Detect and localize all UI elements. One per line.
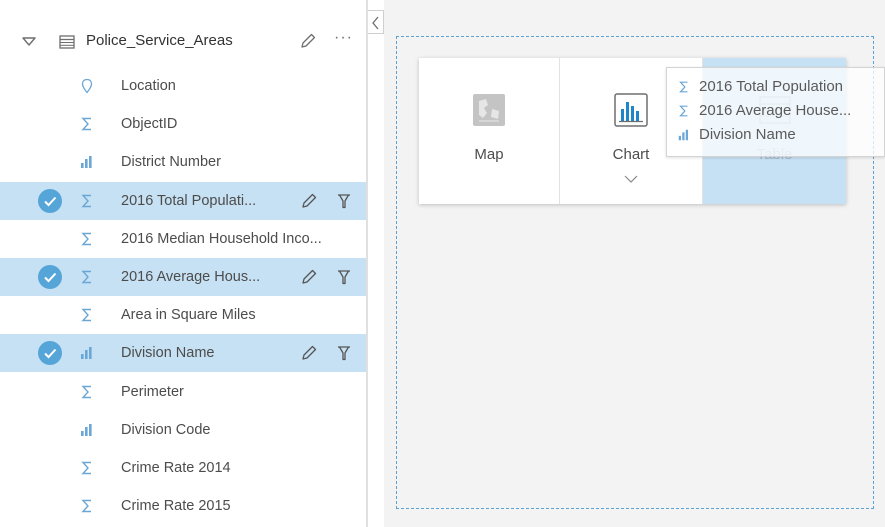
field-row[interactable]: Perimeter — [0, 373, 366, 411]
string-field-icon — [678, 129, 689, 141]
drag-tooltip-label: 2016 Average House... — [699, 102, 852, 119]
string-field-icon — [81, 347, 92, 359]
dataset-name: Police_Service_Areas — [86, 32, 233, 49]
sigma-icon — [81, 499, 91, 513]
bar-chart-icon — [614, 93, 648, 127]
sigma-icon — [81, 308, 91, 322]
field-name: ObjectID — [121, 116, 178, 132]
field-name: Crime Rate 2014 — [121, 460, 231, 476]
field-row[interactable]: 2016 Median Household Inco... — [0, 220, 366, 258]
collapse-pane-button[interactable] — [368, 10, 384, 34]
field-row[interactable]: Division Name — [0, 334, 366, 372]
field-row[interactable]: Crime Rate 2015 — [0, 487, 366, 525]
field-name: 2016 Median Household Inco... — [121, 231, 322, 247]
sigma-icon — [81, 194, 91, 208]
field-name: Crime Rate 2015 — [121, 498, 231, 514]
filter-icon[interactable] — [335, 192, 353, 210]
field-row[interactable]: 2016 Average Hous... — [0, 258, 366, 296]
field-row[interactable]: Area in Square Miles — [0, 296, 366, 334]
map-icon — [473, 94, 505, 126]
sigma-icon — [81, 461, 91, 475]
sigma-icon — [679, 105, 688, 117]
field-row[interactable]: District Number — [0, 143, 366, 181]
sigma-icon — [81, 385, 91, 399]
drag-tooltip-label: Division Name — [699, 126, 796, 143]
triangle-down-icon[interactable] — [20, 33, 38, 51]
field-row[interactable]: Division Code — [0, 411, 366, 449]
pencil-icon[interactable] — [300, 192, 318, 210]
string-field-icon — [81, 424, 92, 436]
pencil-icon[interactable] — [300, 268, 318, 286]
location-icon — [81, 78, 93, 94]
map-label: Map — [474, 146, 504, 163]
field-name: 2016 Total Populati... — [121, 193, 257, 209]
pencil-icon[interactable] — [299, 32, 317, 50]
map-drop-target[interactable]: Map — [419, 58, 560, 204]
filter-icon[interactable] — [335, 344, 353, 362]
field-row[interactable]: Location — [0, 67, 366, 105]
checkmark-icon[interactable] — [38, 189, 62, 213]
sigma-icon — [81, 232, 91, 246]
chevron-down-icon[interactable] — [623, 174, 639, 184]
field-name: Location — [121, 78, 176, 94]
more-options-icon[interactable]: ··· — [334, 29, 353, 47]
table-icon — [59, 35, 75, 49]
chevron-left-icon — [372, 16, 379, 30]
field-name: Area in Square Miles — [121, 307, 256, 323]
data-pane: Police_Service_Areas ··· Location ObjectI… — [0, 0, 366, 527]
sigma-icon — [679, 81, 688, 93]
checkmark-icon[interactable] — [38, 341, 62, 365]
drag-tooltip: 2016 Total Population 2016 Average House.… — [666, 67, 885, 157]
drag-tooltip-label: 2016 Total Population — [699, 78, 844, 95]
field-name: 2016 Average Hous... — [121, 269, 261, 285]
sigma-icon — [81, 117, 91, 131]
field-row[interactable]: 2016 Total Populati... — [0, 182, 366, 220]
filter-icon[interactable] — [335, 268, 353, 286]
field-name: Perimeter — [121, 384, 184, 400]
field-row[interactable]: ObjectID — [0, 105, 366, 143]
field-name: Division Name — [121, 345, 215, 361]
string-field-icon — [81, 156, 92, 168]
pane-divider[interactable] — [366, 0, 368, 527]
pencil-icon[interactable] — [300, 344, 318, 362]
checkmark-icon[interactable] — [38, 265, 62, 289]
sigma-icon — [81, 270, 91, 284]
dataset-header[interactable]: Police_Service_Areas ··· — [0, 24, 366, 60]
field-row[interactable]: Crime Rate 2014 — [0, 449, 366, 487]
field-name: District Number — [121, 154, 221, 170]
field-name: Division Code — [121, 422, 211, 438]
